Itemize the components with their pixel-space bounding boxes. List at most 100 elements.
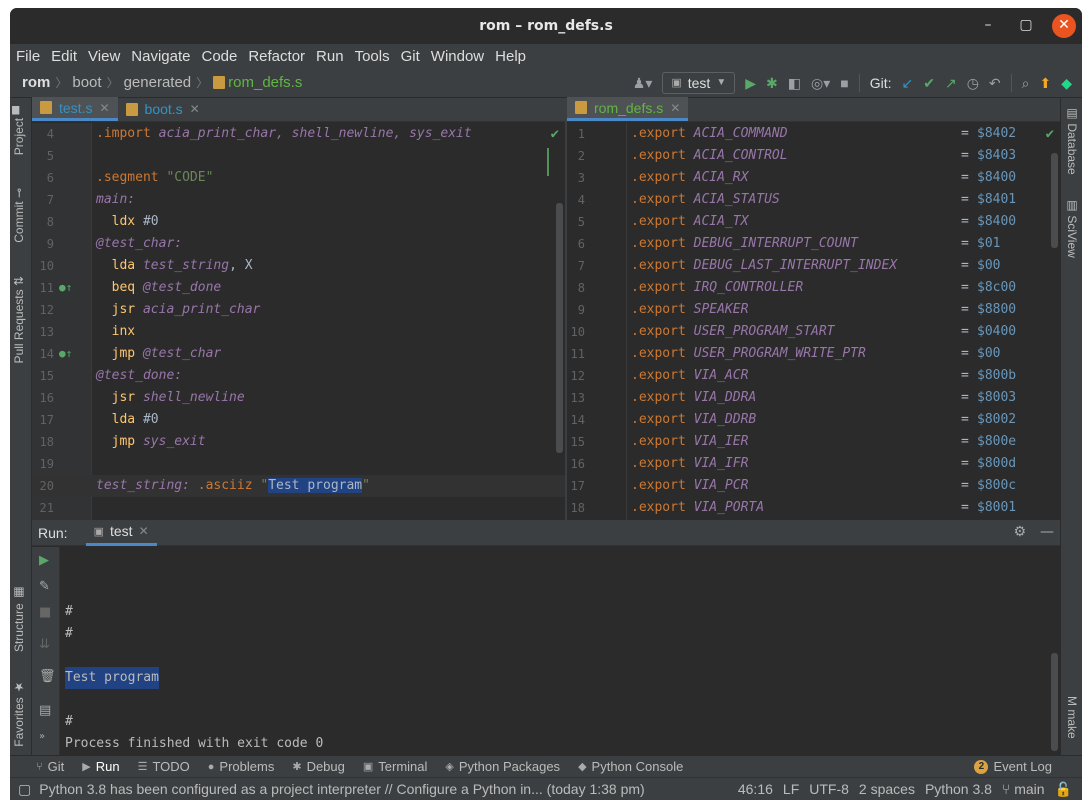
code-line[interactable]: 21 [32, 497, 565, 519]
database-tool-tab[interactable]: ▤ Database [1065, 106, 1079, 175]
code-line[interactable]: 14 .export VIA_DDRB = $8002 [567, 409, 1060, 431]
close-tab-icon[interactable]: ✕ [139, 524, 149, 538]
ide-logo-icon[interactable]: ◆ [1061, 75, 1072, 92]
menu-edit[interactable]: Edit [51, 48, 77, 65]
code-line[interactable]: 3 .export ACIA_RX = $8400 [567, 167, 1060, 189]
editor-right[interactable]: rom_defs.s ✕ 1 .export ACIA_COMMAND = $8402 2… [567, 97, 1060, 520]
code-line[interactable]: 9 .export SPEAKER = $8800 [567, 299, 1060, 321]
minimize-icon[interactable]: – [976, 14, 1000, 38]
profile-icon[interactable]: ◎▾ [811, 75, 830, 92]
code-line[interactable]: 9 @test_char: [32, 233, 565, 255]
run-tab-test[interactable]: ▣ test ✕ [85, 520, 157, 546]
code-line[interactable]: 5 .export ACIA_TX = $8400 [567, 211, 1060, 233]
inspection-ok-icon[interactable]: ✔ [551, 126, 559, 142]
layout-icon[interactable]: ▤ [39, 703, 51, 718]
menu-help[interactable]: Help [495, 48, 526, 65]
code-line[interactable]: 16 jsr shell_newline [32, 387, 565, 409]
file-encoding[interactable]: UTF-8 [809, 781, 849, 798]
favorites-tool-tab[interactable]: Favorites ★ [12, 680, 26, 747]
sciview-tool-tab[interactable]: ▥ SciView [1065, 198, 1079, 258]
git-push-icon[interactable]: ↗ [945, 75, 957, 92]
console-scrollbar[interactable] [1051, 653, 1058, 751]
trash-icon[interactable]: 🗑 [39, 669, 56, 684]
git-commit-icon[interactable]: ✔ [923, 75, 935, 92]
tool-tab-git[interactable]: ⑂ Git [36, 759, 64, 774]
breadcrumb-folder-generated[interactable]: generated [124, 74, 192, 91]
history-icon[interactable]: ◷ [967, 75, 979, 92]
indent-setting[interactable]: 2 spaces [859, 781, 915, 798]
commit-tool-tab[interactable]: Commit ⊸ [12, 188, 26, 243]
python-interpreter[interactable]: Python 3.8 [925, 781, 992, 798]
code-line[interactable]: 17 lda #0 [32, 409, 565, 431]
close-tab-icon[interactable]: ✕ [670, 101, 680, 115]
tool-tab-run[interactable]: ▶ Run [82, 759, 119, 774]
menu-tools[interactable]: Tools [355, 48, 390, 65]
breadcrumb-file[interactable]: rom_defs.s [228, 74, 302, 91]
code-line[interactable]: 2 .export ACIA_CONTROL = $8403 [567, 145, 1060, 167]
soft-wrap-icon[interactable]: ⇊ [39, 637, 50, 652]
code-line[interactable]: 14 ●↑ jmp @test_char [32, 343, 565, 365]
scrollbar-right[interactable] [1051, 153, 1058, 248]
code-line[interactable]: 8 ldx #0 [32, 211, 565, 233]
menu-view[interactable]: View [88, 48, 120, 65]
code-line[interactable]: 13 inx [32, 321, 565, 343]
code-line[interactable]: 7 .export DEBUG_LAST_INTERRUPT_INDEX = $00 [567, 255, 1060, 277]
status-message[interactable]: Python 3.8 has been configured as a proj… [39, 781, 644, 797]
code-line[interactable]: 10 .export USER_PROGRAM_START = $0400 [567, 321, 1060, 343]
menu-file[interactable]: File [16, 48, 40, 65]
scrollbar-left[interactable] [556, 203, 563, 453]
code-line[interactable]: 4 .import acia_print_char, shell_newline,… [32, 123, 565, 145]
hide-icon[interactable]: — [1040, 524, 1054, 540]
menu-code[interactable]: Code [201, 48, 237, 65]
code-line[interactable]: 6 .segment "CODE" [32, 167, 565, 189]
code-line[interactable]: 12 .export VIA_ACR = $800b [567, 365, 1060, 387]
code-line[interactable]: 10 lda test_string, X [32, 255, 565, 277]
breadcrumb-folder-boot[interactable]: boot [72, 74, 101, 91]
console-output[interactable]: # # Test program # Process finished with exi… [65, 547, 1050, 755]
menu-git[interactable]: Git [401, 48, 420, 65]
tab-boot-s[interactable]: boot.s ✕ [118, 97, 208, 121]
code-line[interactable]: 6 .export DEBUG_INTERRUPT_COUNT = $01 [567, 233, 1060, 255]
tool-tab-todo[interactable]: ☰ TODO [138, 759, 190, 774]
code-line[interactable]: 7 main: [32, 189, 565, 211]
stop-icon[interactable]: ■ [840, 75, 848, 91]
code-line[interactable]: 18 jmp sys_exit [32, 431, 565, 453]
code-area-right[interactable]: 1 .export ACIA_COMMAND = $8402 2 .export ACIA… [567, 123, 1060, 520]
make-tool-tab[interactable]: M make [1065, 696, 1079, 739]
code-line[interactable]: 18 .export VIA_PORTA = $8001 [567, 497, 1060, 519]
rollback-icon[interactable]: ↶ [989, 75, 1001, 92]
lock-icon[interactable]: 🔓 [1055, 781, 1072, 798]
line-separator[interactable]: LF [783, 781, 799, 798]
jump-target-icon[interactable]: ●↑ [59, 277, 72, 299]
user-icon[interactable]: ♟▾ [633, 75, 653, 92]
caret-position[interactable]: 46:16 [738, 781, 773, 798]
git-update-icon[interactable]: ↙ [901, 75, 913, 92]
more-icon[interactable]: » [39, 731, 45, 742]
tool-tab-debug[interactable]: ✱ Debug [292, 759, 345, 774]
git-branch[interactable]: ⑂ main [1002, 781, 1045, 798]
inspection-ok-icon[interactable]: ✔ [1046, 126, 1054, 142]
code-line[interactable]: 11 ●↑ beq @test_done [32, 277, 565, 299]
pull-requests-tool-tab[interactable]: Pull Requests ⇅ [12, 276, 26, 363]
update-icon[interactable]: ⬆ [1039, 75, 1051, 92]
code-line[interactable]: 4 .export ACIA_STATUS = $8401 [567, 189, 1060, 211]
tab-test-s[interactable]: test.s ✕ [32, 97, 118, 121]
breadcrumb-project[interactable]: rom [22, 74, 50, 91]
event-log-tab[interactable]: 2 Event Log [974, 759, 1052, 774]
coverage-icon[interactable]: ◧ [788, 75, 801, 92]
debug-icon[interactable]: ✱ [766, 75, 778, 92]
code-line[interactable]: 12 jsr acia_print_char [32, 299, 565, 321]
stop-icon[interactable]: ■ [39, 605, 51, 620]
menu-navigate[interactable]: Navigate [131, 48, 190, 65]
tool-tab-python-console[interactable]: ◆ Python Console [578, 759, 683, 774]
code-line[interactable]: 16 .export VIA_IFR = $800d [567, 453, 1060, 475]
code-line[interactable]: 11 .export USER_PROGRAM_WRITE_PTR = $00 [567, 343, 1060, 365]
project-tool-tab[interactable]: Project ▀ [12, 106, 26, 155]
run-config-select[interactable]: ▣ test ▼ [662, 72, 736, 94]
menu-run[interactable]: Run [316, 48, 344, 65]
code-line[interactable]: 20 test_string: .asciiz "Test program" [32, 475, 565, 497]
tab-rom_defs-s[interactable]: rom_defs.s ✕ [567, 97, 689, 121]
code-line[interactable]: 13 .export VIA_DDRA = $8003 [567, 387, 1060, 409]
close-tab-icon[interactable]: ✕ [99, 101, 109, 115]
wrench-icon[interactable]: ✎ [39, 579, 50, 594]
